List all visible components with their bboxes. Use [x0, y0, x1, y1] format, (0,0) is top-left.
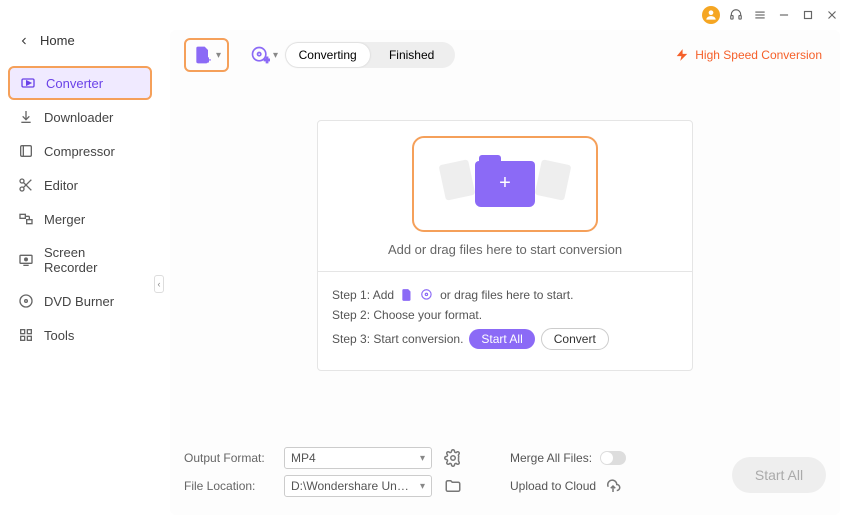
step-start-all-button[interactable]: Start All — [469, 329, 534, 349]
output-format-value: MP4 — [291, 451, 316, 465]
ghost-file-icon — [535, 159, 572, 200]
folder-plus-icon: + — [475, 161, 535, 207]
sidebar-item-screen-recorder[interactable]: Screen Recorder — [0, 236, 160, 284]
window-titlebar — [702, 0, 850, 30]
sidebar-item-label: Tools — [44, 328, 74, 343]
sidebar-item-label: Converter — [46, 76, 103, 91]
editor-scissors-icon — [18, 177, 34, 193]
add-file-icon — [400, 288, 414, 302]
upload-cloud-label: Upload to Cloud — [510, 479, 596, 493]
sidebar-item-label: Screen Recorder — [44, 245, 142, 275]
hsc-label: High Speed Conversion — [695, 48, 822, 62]
add-file-icon: + — [192, 44, 214, 66]
add-dvd-icon — [420, 288, 434, 302]
status-tabs: Converting Finished — [285, 42, 455, 68]
sidebar-item-dvd-burner[interactable]: DVD Burner — [0, 284, 160, 318]
step3-text: Step 3: Start conversion. — [332, 332, 463, 346]
sidebar-item-downloader[interactable]: Downloader — [0, 100, 160, 134]
chevron-down-icon: ▾ — [216, 50, 221, 61]
sidebar-item-compressor[interactable]: Compressor — [0, 134, 160, 168]
window-minimize-button[interactable] — [776, 7, 792, 23]
output-format-select[interactable]: MP4 ▾ — [284, 447, 432, 469]
ghost-file-icon — [439, 159, 476, 200]
converter-icon — [20, 75, 36, 91]
tools-grid-icon — [18, 327, 34, 343]
add-dvd-icon: + — [249, 44, 271, 66]
tab-converting[interactable]: Converting — [286, 43, 370, 67]
add-file-button[interactable]: + ▾ — [184, 38, 229, 72]
toolbar: + ▾ + ▾ Converting Finished High Speed C… — [170, 30, 840, 80]
chevron-down-icon: ▾ — [273, 50, 278, 61]
drop-panel: + Add or drag files here to start conver… — [317, 120, 693, 371]
svg-text:+: + — [264, 55, 270, 65]
step2-text: Step 2: Choose your format. — [332, 308, 482, 322]
merge-all-toggle[interactable] — [600, 451, 626, 465]
sidebar-item-converter[interactable]: Converter — [8, 66, 152, 100]
window-maximize-button[interactable] — [800, 7, 816, 23]
chevron-down-icon: ▾ — [420, 481, 425, 492]
tab-finished[interactable]: Finished — [370, 43, 454, 67]
cloud-upload-icon[interactable] — [604, 477, 622, 495]
sidebar-home[interactable]: Home — [0, 25, 160, 56]
step-convert-button[interactable]: Convert — [541, 328, 609, 350]
sidebar-home-label: Home — [40, 33, 75, 48]
svg-text:+: + — [206, 55, 212, 65]
high-speed-conversion-button[interactable]: High Speed Conversion — [675, 48, 826, 62]
drop-art: + — [412, 136, 598, 232]
step1-prefix: Step 1: Add — [332, 288, 394, 302]
drop-zone[interactable]: + Add or drag files here to start conver… — [318, 121, 692, 271]
sidebar: Home Converter Downloader Compressor Edi… — [0, 0, 160, 525]
file-location-value: D:\Wondershare UniConverter 1 — [291, 479, 409, 493]
settings-gear-icon[interactable] — [444, 449, 462, 467]
steps: Step 1: Add or drag files here to start.… — [318, 271, 692, 370]
download-icon — [18, 109, 34, 125]
open-folder-icon[interactable] — [444, 477, 462, 495]
merger-icon — [18, 211, 34, 227]
add-dvd-button[interactable]: + ▾ — [243, 40, 284, 70]
sidebar-item-merger[interactable]: Merger — [0, 202, 160, 236]
drop-caption: Add or drag files here to start conversi… — [388, 242, 622, 257]
sidebar-item-label: Compressor — [44, 144, 115, 159]
sidebar-item-tools[interactable]: Tools — [0, 318, 160, 352]
file-location-select[interactable]: D:\Wondershare UniConverter 1 ▾ — [284, 475, 432, 497]
sidebar-item-label: Merger — [44, 212, 85, 227]
sidebar-item-editor[interactable]: Editor — [0, 168, 160, 202]
sidebar-collapse-handle[interactable]: ‹ — [154, 275, 164, 293]
step1-suffix: or drag files here to start. — [440, 288, 573, 302]
hamburger-menu-icon[interactable] — [752, 7, 768, 23]
chevron-down-icon: ▾ — [420, 453, 425, 464]
sidebar-item-label: Editor — [44, 178, 78, 193]
dvd-icon — [18, 293, 34, 309]
output-format-label: Output Format: — [184, 451, 272, 465]
sidebar-item-label: Downloader — [44, 110, 113, 125]
lightning-icon — [675, 48, 689, 62]
screen-recorder-icon — [18, 252, 34, 268]
merge-all-label: Merge All Files: — [510, 451, 592, 465]
window-close-button[interactable] — [824, 7, 840, 23]
start-all-button[interactable]: Start All — [732, 457, 826, 493]
user-avatar-icon[interactable] — [702, 6, 720, 24]
support-headset-icon[interactable] — [728, 7, 744, 23]
sidebar-item-label: DVD Burner — [44, 294, 114, 309]
file-location-label: File Location: — [184, 479, 272, 493]
main-area: + ▾ + ▾ Converting Finished High Speed C… — [170, 30, 840, 515]
compressor-icon — [18, 143, 34, 159]
